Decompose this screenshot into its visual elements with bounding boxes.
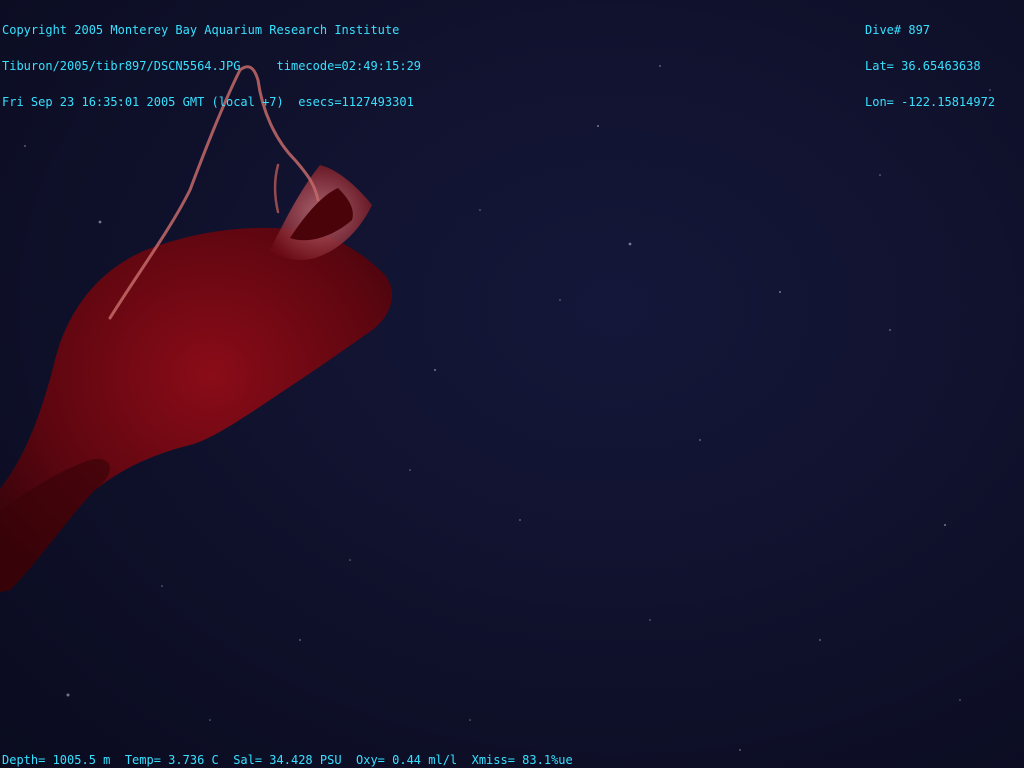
copyright-text: Copyright 2005 Monterey Bay Aquarium Res… bbox=[2, 23, 400, 37]
date-esecs-text: Fri Sep 23 16:35:01 2005 GMT (local +7) … bbox=[2, 95, 414, 109]
overlay-top-left: Copyright 2005 Monterey Bay Aquarium Res… bbox=[2, 0, 421, 132]
latitude-text: Lat= 36.65463638 bbox=[865, 59, 981, 73]
red-deep-sea-animal bbox=[0, 65, 393, 593]
file-timecode-text: Tiburon/2005/tibr897/DSCN5564.JPG timeco… bbox=[2, 59, 422, 73]
animal-body bbox=[0, 227, 393, 593]
sensor-readout: Depth= 1005.5 m Temp= 3.736 C Sal= 34.42… bbox=[2, 753, 573, 767]
underwater-photo: Copyright 2005 Monterey Bay Aquarium Res… bbox=[0, 0, 1024, 768]
overlay-top-right: Dive# 897 Lat= 36.65463638 Lon= -122.158… bbox=[865, 0, 995, 132]
longitude-text: Lon= -122.15814972 bbox=[865, 95, 996, 109]
dive-number-text: Dive# 897 bbox=[865, 23, 931, 37]
tentacle-short bbox=[273, 163, 280, 214]
